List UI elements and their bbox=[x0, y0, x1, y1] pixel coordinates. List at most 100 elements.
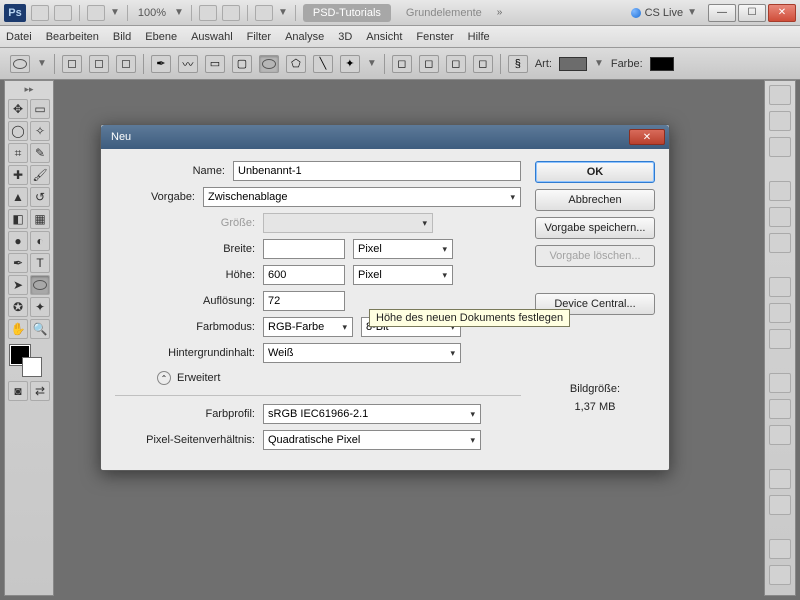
panel-icon[interactable] bbox=[769, 181, 791, 201]
type-tool-icon[interactable]: T bbox=[30, 253, 50, 273]
path-icon[interactable] bbox=[89, 55, 109, 73]
zoom-field[interactable]: 100% bbox=[135, 7, 169, 19]
pen-tool-icon[interactable]: ✒ bbox=[8, 253, 28, 273]
collapse-icon[interactable]: ▸▸ bbox=[8, 84, 50, 95]
height-input[interactable] bbox=[263, 265, 345, 285]
menu-item[interactable]: Auswahl bbox=[191, 31, 233, 43]
polygon-icon[interactable]: ⬠ bbox=[286, 55, 306, 73]
chevron-down-icon[interactable]: ▼ bbox=[174, 7, 184, 18]
dialog-titlebar[interactable]: Neu ✕ bbox=[101, 125, 669, 149]
menu-item[interactable]: Datei bbox=[6, 31, 32, 43]
more-icon[interactable]: » bbox=[497, 7, 503, 18]
workspace-tab[interactable]: Grundelemente bbox=[396, 4, 492, 22]
width-input[interactable] bbox=[263, 239, 345, 259]
panel-icon[interactable] bbox=[769, 207, 791, 227]
eraser-tool-icon[interactable]: ◧ bbox=[8, 209, 28, 229]
combine-add-icon[interactable]: ◻ bbox=[392, 55, 412, 73]
panel-icon[interactable] bbox=[769, 85, 791, 105]
panel-icon[interactable] bbox=[769, 565, 791, 585]
width-unit-select[interactable]: Pixel bbox=[353, 239, 453, 259]
shape-tool-preset-icon[interactable] bbox=[10, 55, 30, 73]
3d-camera-icon[interactable]: ✦ bbox=[30, 297, 50, 317]
extras-icon[interactable] bbox=[222, 5, 240, 21]
window-maximize-icon[interactable]: ☐ bbox=[738, 4, 766, 22]
custom-shape-icon[interactable]: ✦ bbox=[340, 55, 360, 73]
panel-icon[interactable] bbox=[769, 111, 791, 131]
combine-int-icon[interactable]: ◻ bbox=[446, 55, 466, 73]
profile-select[interactable]: sRGB IEC61966-2.1 bbox=[263, 404, 481, 424]
rect-icon[interactable]: ▭ bbox=[205, 55, 225, 73]
wand-tool-icon[interactable]: ✧ bbox=[30, 121, 50, 141]
preset-select[interactable]: Zwischenablage bbox=[203, 187, 521, 207]
crop-tool-icon[interactable]: ⌗ bbox=[8, 143, 28, 163]
window-close-icon[interactable]: ✕ bbox=[768, 4, 796, 22]
height-unit-select[interactable]: Pixel bbox=[353, 265, 453, 285]
screen-toggle-icon[interactable]: ⇄ bbox=[30, 381, 50, 401]
background-color-icon[interactable] bbox=[22, 357, 42, 377]
bg-select[interactable]: Weiß bbox=[263, 343, 461, 363]
combine-excl-icon[interactable]: ◻ bbox=[473, 55, 493, 73]
name-input[interactable] bbox=[233, 161, 521, 181]
blur-tool-icon[interactable]: ● bbox=[8, 231, 28, 251]
shape-layer-icon[interactable] bbox=[62, 55, 82, 73]
shape-tool-icon[interactable] bbox=[30, 275, 50, 295]
panel-icon[interactable] bbox=[769, 137, 791, 157]
brush-tool-icon[interactable]: 🖌 bbox=[30, 165, 50, 185]
history-brush-icon[interactable]: ↺ bbox=[30, 187, 50, 207]
panel-icon[interactable] bbox=[769, 233, 791, 253]
panel-icon[interactable] bbox=[769, 373, 791, 393]
chevron-down-icon[interactable]: ▼ bbox=[278, 7, 288, 18]
3d-tool-icon[interactable]: ✪ bbox=[8, 297, 28, 317]
menu-item[interactable]: Filter bbox=[247, 31, 271, 43]
pen-icon[interactable]: ✒ bbox=[151, 55, 171, 73]
menu-item[interactable]: Ebene bbox=[145, 31, 177, 43]
ok-button[interactable]: OK bbox=[535, 161, 655, 183]
cancel-button[interactable]: Abbrechen bbox=[535, 189, 655, 211]
line-icon[interactable]: ╲ bbox=[313, 55, 333, 73]
fill-pixel-icon[interactable] bbox=[116, 55, 136, 73]
panel-icon[interactable] bbox=[769, 495, 791, 515]
layout-icon[interactable] bbox=[87, 5, 105, 21]
panel-icon[interactable] bbox=[769, 469, 791, 489]
zoom-tool-icon[interactable]: 🔍 bbox=[30, 319, 50, 339]
color-picker[interactable] bbox=[8, 345, 50, 379]
menu-item[interactable]: Bearbeiten bbox=[46, 31, 99, 43]
bridge-icon[interactable] bbox=[31, 5, 49, 21]
dodge-tool-icon[interactable]: ◐ bbox=[30, 231, 50, 251]
hand-tool-icon[interactable]: ✋ bbox=[8, 319, 28, 339]
style-swatch[interactable] bbox=[559, 57, 587, 71]
menu-item[interactable]: 3D bbox=[338, 31, 352, 43]
stamp-tool-icon[interactable]: ▲ bbox=[8, 187, 28, 207]
move-tool-icon[interactable]: ✥ bbox=[8, 99, 28, 119]
menu-item[interactable]: Hilfe bbox=[468, 31, 490, 43]
freeform-pen-icon[interactable]: 〰 bbox=[178, 55, 198, 73]
menu-item[interactable]: Bild bbox=[113, 31, 131, 43]
resolution-input[interactable] bbox=[263, 291, 345, 311]
hand-icon[interactable] bbox=[199, 5, 217, 21]
lasso-tool-icon[interactable]: ◯ bbox=[8, 121, 28, 141]
path-select-icon[interactable]: ➤ bbox=[8, 275, 28, 295]
save-preset-button[interactable]: Vorgabe speichern... bbox=[535, 217, 655, 239]
chevron-down-icon[interactable]: ▼ bbox=[110, 7, 120, 18]
menu-item[interactable]: Ansicht bbox=[366, 31, 402, 43]
eyedropper-tool-icon[interactable]: ✎ bbox=[30, 143, 50, 163]
rounded-rect-icon[interactable]: ▢ bbox=[232, 55, 252, 73]
heal-tool-icon[interactable]: ✚ bbox=[8, 165, 28, 185]
panel-icon[interactable] bbox=[769, 329, 791, 349]
ps-logo-icon[interactable]: Ps bbox=[4, 4, 26, 22]
panel-icon[interactable] bbox=[769, 277, 791, 297]
link-icon[interactable]: § bbox=[508, 55, 528, 73]
gradient-tool-icon[interactable]: ▦ bbox=[30, 209, 50, 229]
panel-icon[interactable] bbox=[769, 539, 791, 559]
screenmode-icon[interactable] bbox=[255, 5, 273, 21]
minibridge-icon[interactable] bbox=[54, 5, 72, 21]
color-swatch[interactable] bbox=[650, 57, 674, 71]
panel-icon[interactable] bbox=[769, 425, 791, 445]
panel-icon[interactable] bbox=[769, 399, 791, 419]
par-select[interactable]: Quadratische Pixel bbox=[263, 430, 481, 450]
combine-sub-icon[interactable]: ◻ bbox=[419, 55, 439, 73]
ellipse-icon[interactable] bbox=[259, 55, 279, 73]
marquee-tool-icon[interactable]: ▭ bbox=[30, 99, 50, 119]
workspace-tab[interactable]: PSD-Tutorials bbox=[303, 4, 391, 22]
window-minimize-icon[interactable]: — bbox=[708, 4, 736, 22]
